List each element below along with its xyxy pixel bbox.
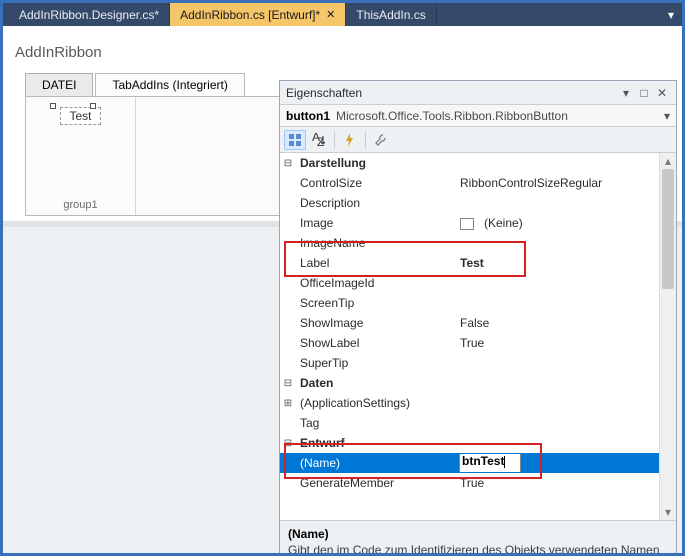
close-icon[interactable]: ✕: [654, 85, 670, 101]
pin-icon[interactable]: □: [636, 85, 652, 101]
ribbon-tab-addins[interactable]: TabAddIns (Integriert): [95, 73, 244, 97]
properties-titlebar[interactable]: Eigenschaften ▾ □ ✕: [280, 81, 676, 105]
ribbon-control-title: AddInRibbon: [15, 44, 102, 61]
prop-value-name[interactable]: btnTest: [456, 454, 659, 472]
scroll-up-icon[interactable]: ▴: [660, 153, 676, 169]
document-tab-bar: AddInRibbon.Designer.cs* AddInRibbon.cs …: [3, 3, 682, 26]
collapse-icon[interactable]: ⊟: [280, 158, 296, 169]
category-header: Entwurf: [296, 436, 456, 450]
document-tab[interactable]: AddInRibbon.Designer.cs*: [9, 3, 170, 26]
category-header: Darstellung: [296, 156, 456, 170]
ribbon-tab-strip: DATEI TabAddIns (Integriert): [25, 72, 247, 96]
chevron-down-icon: ▾: [668, 8, 674, 22]
wrench-icon: [374, 133, 388, 147]
properties-toolbar: AZ: [280, 127, 676, 153]
ribbon-group[interactable]: Test group1: [26, 97, 136, 215]
categorized-icon: [288, 133, 302, 147]
text-caret: [504, 456, 505, 468]
properties-title: Eigenschaften: [286, 86, 616, 100]
sort-az-icon: AZ: [312, 133, 326, 147]
help-property-description: Gibt den im Code zum Identifizieren des …: [288, 543, 668, 556]
image-swatch: [460, 218, 474, 230]
prop-key-name[interactable]: (Name): [296, 456, 456, 470]
ribbon-tab-datei[interactable]: DATEI: [25, 73, 93, 97]
prop-key[interactable]: ImageName: [296, 236, 456, 250]
prop-key[interactable]: (ApplicationSettings): [296, 396, 456, 410]
collapse-icon[interactable]: ⊟: [280, 438, 296, 449]
prop-key[interactable]: Image: [296, 216, 456, 230]
tab-overflow-dropdown[interactable]: ▾: [660, 3, 682, 26]
window-menu-icon[interactable]: ▾: [618, 85, 634, 101]
properties-window: Eigenschaften ▾ □ ✕ button1 Microsoft.Of…: [279, 80, 677, 556]
property-pages-button[interactable]: [370, 130, 392, 150]
prop-value-label[interactable]: Test: [456, 256, 659, 270]
ribbon-button-selected[interactable]: Test: [60, 107, 100, 125]
property-grid[interactable]: ⊟Darstellung ControlSizeRibbonControlSiz…: [280, 153, 659, 520]
collapse-icon[interactable]: ⊟: [280, 378, 296, 389]
category-header: Daten: [296, 376, 456, 390]
lightning-icon: [344, 133, 356, 147]
document-tab-label: AddInRibbon.Designer.cs*: [19, 8, 159, 22]
chevron-down-icon[interactable]: ▾: [664, 109, 670, 123]
prop-value[interactable]: False: [456, 316, 659, 330]
prop-key[interactable]: ControlSize: [296, 176, 456, 190]
scrollbar-thumb[interactable]: [662, 169, 674, 289]
prop-value[interactable]: (Keine): [456, 216, 659, 230]
document-tab[interactable]: ThisAddIn.cs: [346, 3, 436, 26]
scroll-down-icon[interactable]: ▾: [660, 504, 676, 520]
prop-key[interactable]: OfficeImageId: [296, 276, 456, 290]
document-tab-label: ThisAddIn.cs: [356, 8, 425, 22]
prop-key[interactable]: ShowLabel: [296, 336, 456, 350]
document-tab-label: AddInRibbon.cs [Entwurf]*: [180, 8, 320, 22]
prop-key[interactable]: ScreenTip: [296, 296, 456, 310]
property-help-pane: (Name) Gibt den im Code zum Identifizier…: [280, 520, 676, 556]
prop-value[interactable]: True: [456, 336, 659, 350]
alphabetical-view-button[interactable]: AZ: [308, 130, 330, 150]
prop-key[interactable]: Description: [296, 196, 456, 210]
help-property-name: (Name): [288, 527, 668, 541]
prop-value[interactable]: True: [456, 476, 659, 490]
categorized-view-button[interactable]: [284, 130, 306, 150]
selected-object-name: button1: [286, 109, 330, 123]
vertical-scrollbar[interactable]: ▴ ▾: [659, 153, 676, 520]
prop-key[interactable]: GenerateMember: [296, 476, 456, 490]
events-button[interactable]: [339, 130, 361, 150]
document-tab-active[interactable]: AddInRibbon.cs [Entwurf]* ✕: [170, 3, 346, 26]
close-icon[interactable]: ✕: [326, 8, 335, 21]
ribbon-group-name: group1: [26, 199, 135, 211]
object-selector[interactable]: button1 Microsoft.Office.Tools.Ribbon.Ri…: [280, 105, 676, 127]
prop-key[interactable]: SuperTip: [296, 356, 456, 370]
selected-object-type: Microsoft.Office.Tools.Ribbon.RibbonButt…: [336, 109, 664, 123]
prop-value[interactable]: RibbonControlSizeRegular: [456, 176, 659, 190]
prop-key[interactable]: Tag: [296, 416, 456, 430]
expand-icon[interactable]: ⊞: [280, 398, 296, 409]
prop-key-label[interactable]: Label: [296, 256, 456, 270]
prop-key[interactable]: ShowImage: [296, 316, 456, 330]
